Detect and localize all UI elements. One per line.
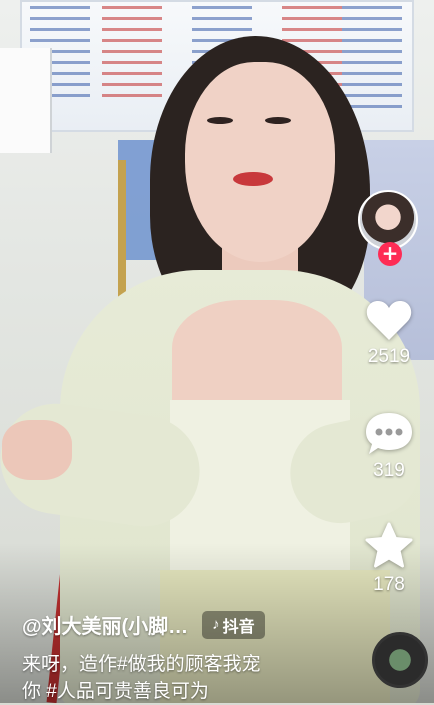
like-count: 2519 xyxy=(367,346,411,367)
star-icon[interactable] xyxy=(364,522,414,570)
creator-avatar-button[interactable]: + xyxy=(358,190,422,266)
author-row: @刘大美丽(小脚… ♪ 抖音 xyxy=(22,610,362,639)
wall-panel xyxy=(0,48,52,153)
favorite-count: 178 xyxy=(373,574,405,595)
follow-plus-icon[interactable]: + xyxy=(378,242,402,266)
caption-line: 你 #人品可贵善良可为 xyxy=(22,681,209,702)
author-handle[interactable]: @刘大美丽(小脚… xyxy=(22,610,188,639)
comment-icon[interactable] xyxy=(364,410,414,456)
music-disc-icon[interactable] xyxy=(372,632,428,688)
person-lips xyxy=(233,172,273,186)
comment-count: 319 xyxy=(373,460,405,481)
person-eye xyxy=(207,117,233,124)
app-badge-label: 抖音 xyxy=(222,618,255,636)
app-badge[interactable]: ♪ 抖音 xyxy=(202,610,265,639)
like-button[interactable]: 2519 xyxy=(354,298,424,368)
video-info: @刘大美丽(小脚… ♪ 抖音 来呀，造作#做我的顾客我宠 你 #人品可贵善良可为 xyxy=(22,610,362,705)
caption-line: 来呀，造作#做我的顾客我宠 xyxy=(22,654,261,675)
heart-icon[interactable] xyxy=(365,298,413,342)
music-note-icon: ♪ xyxy=(212,616,220,633)
comment-button[interactable]: 319 xyxy=(354,410,424,482)
person-eye xyxy=(265,117,291,124)
video-caption[interactable]: 来呀，造作#做我的顾客我宠 你 #人品可贵善良可为 xyxy=(22,651,362,705)
favorite-button[interactable]: 178 xyxy=(354,522,424,596)
person-face xyxy=(185,62,335,262)
person-hand-left xyxy=(2,420,72,480)
